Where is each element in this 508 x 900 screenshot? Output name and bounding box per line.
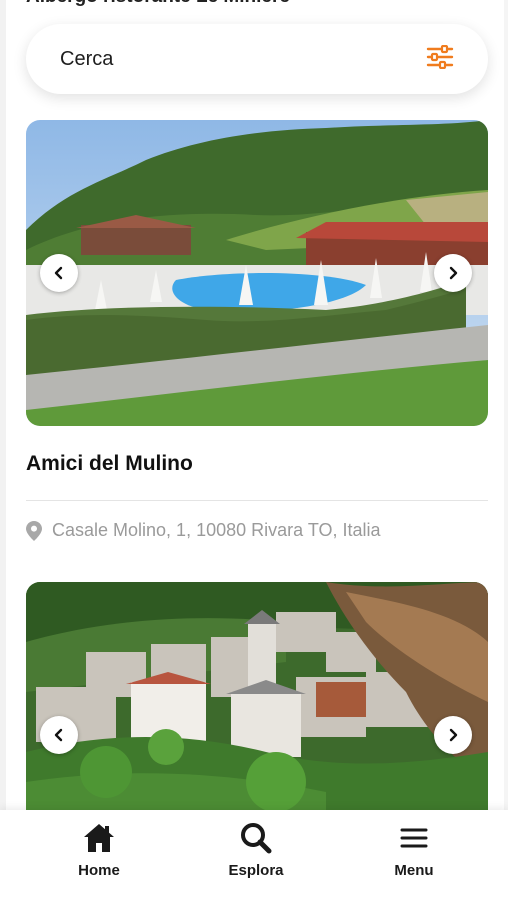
location-pin-icon [26, 520, 42, 541]
nav-menu-label: Menu [394, 862, 434, 879]
nav-home[interactable]: Home [39, 822, 159, 879]
menu-icon [400, 828, 428, 848]
right-edge [504, 0, 508, 900]
home-icon [84, 824, 114, 852]
chevron-left-icon [54, 266, 63, 280]
next-photo-button[interactable] [434, 716, 472, 754]
search-icon [241, 823, 272, 854]
nav-home-label: Home [78, 862, 120, 879]
filter-icon[interactable] [426, 44, 454, 74]
chevron-right-icon [449, 266, 458, 280]
search-bar[interactable]: Cerca [26, 24, 488, 94]
previous-photo-button[interactable] [40, 716, 78, 754]
search-input[interactable]: Cerca [60, 48, 426, 71]
left-edge [0, 0, 6, 900]
listing-title[interactable]: Amici del Mulino [26, 452, 193, 476]
next-photo-button[interactable] [434, 254, 472, 292]
address-text: Casale Molino, 1, 10080 Rivara TO, Itali… [52, 520, 381, 540]
chevron-left-icon [54, 728, 63, 742]
listing-address: Casale Molino, 1, 10080 Rivara TO, Itali… [26, 520, 381, 541]
nav-explore-label: Esplora [228, 862, 284, 879]
nav-menu[interactable]: Menu [354, 822, 474, 879]
chevron-right-icon [449, 728, 458, 742]
divider [26, 500, 488, 501]
listing-photo-pool[interactable] [26, 120, 488, 426]
bottom-navigation: Home Esplora Menu [0, 810, 508, 900]
previous-photo-button[interactable] [40, 254, 78, 292]
nav-explore[interactable]: Esplora [196, 822, 316, 879]
previous-listing-title: Albergo ristorante Le Miniere [26, 0, 290, 8]
